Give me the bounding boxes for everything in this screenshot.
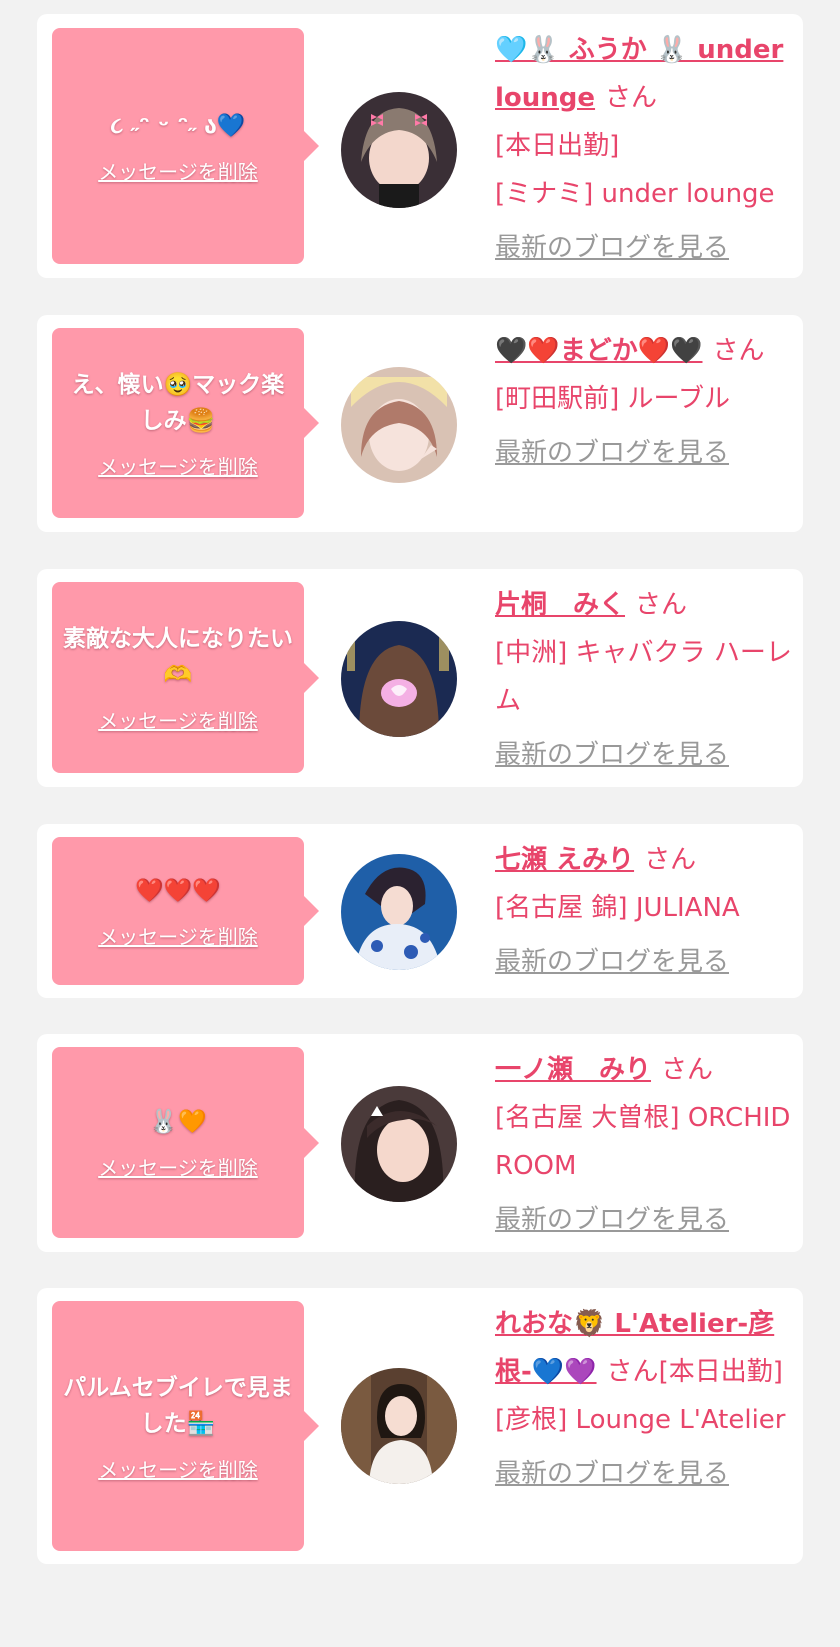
honorific: さん [635, 590, 688, 620]
honorific: さん [644, 845, 697, 875]
cast-info: 七瀬 えみり さん [名古屋 錦] JULIANA 最新のブログを見る [495, 836, 795, 986]
message-bubble: ૮ ˶ᵔ ᵕ ᵔ˶ ა💙 メッセージを削除 [52, 28, 319, 264]
avatar[interactable] [341, 1368, 457, 1484]
cast-info: 🖤❤️まどか❤️🖤 さん [町田駅前] ルーブル 最新のブログを見る [495, 327, 795, 477]
honorific: さん [712, 336, 765, 366]
avatar-image [341, 621, 457, 737]
message-bubble: パルムセブイレで見ました🏪 メッセージを削除 [52, 1301, 319, 1551]
latest-blog-link[interactable]: 最新のブログを見る [495, 1450, 795, 1498]
cast-info: 片桐 みく さん [中洲] キャバクラ ハーレム 最新のブログを見る [495, 581, 795, 779]
latest-blog-link[interactable]: 最新のブログを見る [495, 429, 795, 477]
message-card: ૮ ˶ᵔ ᵕ ᵔ˶ ა💙 メッセージを削除 🩵🐰 ふうか 🐰 under lou… [37, 14, 803, 278]
cast-info: れおな🦁 L'Atelier-彦根-💙💜 さん[本日出勤] [彦根] Lounge… [495, 1300, 795, 1498]
shop-label: [本日出勤] [495, 131, 620, 161]
message-bubble: え、懐い🥹マック楽しみ🍔 メッセージを削除 [52, 328, 319, 518]
message-card: 素敵な大人になりたい🫶 メッセージを削除 片桐 みく さん [中洲] キャバクラ … [37, 569, 803, 787]
delete-message-link[interactable]: メッセージを削除 [98, 1454, 258, 1483]
honorific: さん [606, 1357, 659, 1387]
shop-label: [本日出勤] [658, 1357, 783, 1387]
avatar-image [341, 92, 457, 208]
message-text: 素敵な大人になりたい🫶 [63, 626, 293, 688]
avatar-image [341, 854, 457, 970]
delete-message-link[interactable]: メッセージを削除 [98, 156, 258, 185]
cast-name-link[interactable]: 🖤❤️まどか❤️🖤 [495, 336, 703, 366]
message-text: パルムセブイレで見ました🏪 [63, 1374, 293, 1437]
shop-label: [彦根] Lounge L'Atelier [495, 1405, 786, 1435]
message-card: え、懐い🥹マック楽しみ🍔 メッセージを削除 🖤❤️まどか❤️🖤 さん [町田駅前]… [37, 315, 803, 532]
delete-message-link[interactable]: メッセージを削除 [98, 705, 258, 734]
latest-blog-link[interactable]: 最新のブログを見る [495, 224, 795, 272]
delete-message-link[interactable]: メッセージを削除 [98, 921, 258, 950]
cast-name-link[interactable]: 七瀬 えみり [495, 845, 634, 875]
message-bubble: 🐰🧡 メッセージを削除 [52, 1047, 319, 1238]
latest-blog-link[interactable]: 最新のブログを見る [495, 938, 795, 986]
message-card: ❤️❤️❤️ メッセージを削除 七瀬 えみり さん [名古屋 錦] JULIANA… [37, 824, 803, 998]
shop-label: [ミナミ] under lounge [495, 179, 775, 209]
avatar[interactable] [341, 1086, 457, 1202]
shop-label: [町田駅前] ルーブル [495, 384, 730, 414]
shop-label: [名古屋 錦] JULIANA [495, 893, 740, 923]
avatar[interactable] [341, 854, 457, 970]
honorific: さん [661, 1055, 714, 1085]
message-text: ❤️❤️❤️ [135, 877, 221, 904]
message-card: パルムセブイレで見ました🏪 メッセージを削除 れおな🦁 L'Atelier-彦根… [37, 1288, 803, 1564]
message-text: ૮ ˶ᵔ ᵕ ᵔ˶ ა💙 [110, 112, 246, 139]
delete-message-link[interactable]: メッセージを削除 [98, 451, 258, 480]
avatar-image [341, 367, 457, 483]
honorific: さん [605, 83, 658, 113]
message-text: え、懐い🥹マック楽しみ🍔 [71, 371, 285, 434]
message-bubble: ❤️❤️❤️ メッセージを削除 [52, 837, 319, 985]
message-card: 🐰🧡 メッセージを削除 一ノ瀬 みり さん [名古屋 大曽根] ORCHID RO… [37, 1034, 803, 1252]
message-bubble: 素敵な大人になりたい🫶 メッセージを削除 [52, 582, 319, 773]
avatar[interactable] [341, 92, 457, 208]
shop-label: [名古屋 大曽根] ORCHID ROOM [495, 1103, 791, 1181]
delete-message-link[interactable]: メッセージを削除 [98, 1152, 258, 1181]
avatar-image [341, 1368, 457, 1484]
cast-info: 🩵🐰 ふうか 🐰 under lounge さん [本日出勤] [ミナミ] und… [495, 26, 795, 272]
avatar[interactable] [341, 367, 457, 483]
cast-name-link[interactable]: 一ノ瀬 みり [495, 1055, 651, 1085]
shop-label: [中洲] キャバクラ ハーレム [495, 638, 792, 716]
avatar[interactable] [341, 621, 457, 737]
latest-blog-link[interactable]: 最新のブログを見る [495, 1196, 795, 1244]
message-text: 🐰🧡 [149, 1109, 207, 1135]
cast-name-link[interactable]: 片桐 みく [495, 590, 625, 620]
avatar-image [341, 1086, 457, 1202]
latest-blog-link[interactable]: 最新のブログを見る [495, 731, 795, 779]
message-feed: ૮ ˶ᵔ ᵕ ᵔ˶ ა💙 メッセージを削除 🩵🐰 ふうか 🐰 under lou… [0, 0, 840, 1647]
cast-info: 一ノ瀬 みり さん [名古屋 大曽根] ORCHID ROOM 最新のブログを見る [495, 1046, 795, 1244]
